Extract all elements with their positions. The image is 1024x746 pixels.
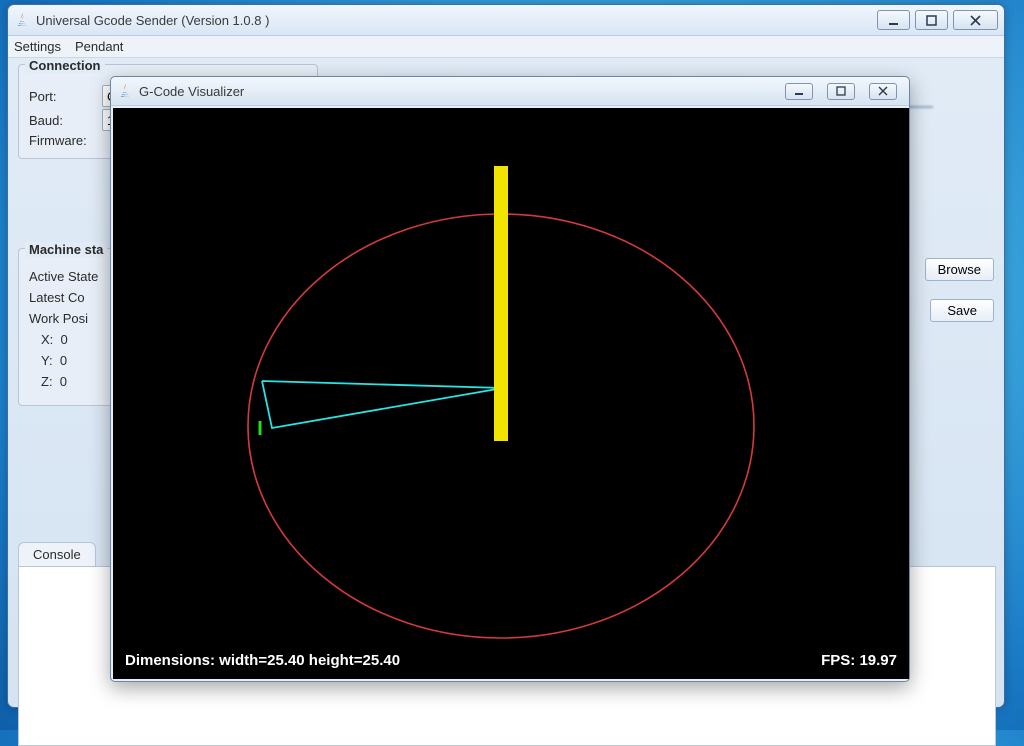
menu-settings[interactable]: Settings (14, 39, 61, 54)
visualizer-title: G-Code Visualizer (139, 84, 244, 99)
x-label: X: (41, 332, 53, 347)
menu-pendant[interactable]: Pendant (75, 39, 123, 54)
java-icon (14, 12, 30, 28)
save-button[interactable]: Save (930, 299, 994, 322)
main-window-controls (877, 10, 998, 30)
main-title: Universal Gcode Sender (Version 1.0.8 ) (36, 13, 269, 28)
toolpath-svg (113, 108, 909, 679)
close-icon (878, 86, 888, 96)
viz-close-button[interactable] (869, 83, 897, 100)
dimensions-readout: Dimensions: width=25.40 height=25.40 (125, 652, 400, 669)
port-label: Port: (29, 89, 94, 104)
close-button[interactable] (953, 10, 998, 30)
y-value: 0 (60, 353, 67, 368)
y-label: Y: (41, 353, 53, 368)
spindle-cursor (494, 166, 508, 441)
machine-status-title: Machine sta (25, 242, 107, 257)
main-titlebar[interactable]: Universal Gcode Sender (Version 1.0.8 ) (8, 5, 1004, 36)
maximize-button[interactable] (915, 10, 948, 30)
viz-maximize-button[interactable] (827, 83, 855, 100)
visualizer-window-controls (785, 83, 903, 100)
rapid-move-polyline (262, 381, 503, 428)
minimize-icon (888, 15, 899, 26)
maximize-icon (836, 86, 846, 96)
java-icon (117, 83, 133, 99)
tab-console[interactable]: Console (18, 542, 96, 566)
close-icon (970, 15, 981, 26)
minimize-button[interactable] (877, 10, 910, 30)
firmware-label: Firmware: (29, 133, 94, 148)
x-value: 0 (61, 332, 68, 347)
visualizer-window[interactable]: G-Code Visualizer Dimensions: width=25.4… (110, 76, 910, 682)
visualizer-titlebar[interactable]: G-Code Visualizer (111, 77, 909, 106)
minimize-icon (794, 86, 804, 96)
z-label: Z: (41, 374, 53, 389)
visualizer-canvas[interactable]: Dimensions: width=25.40 height=25.40 FPS… (113, 108, 909, 679)
fps-readout: FPS: 19.97 (821, 652, 897, 669)
maximize-icon (926, 15, 937, 26)
right-button-column: Browse Save (925, 258, 994, 322)
z-value: 0 (60, 374, 67, 389)
browse-button[interactable]: Browse (925, 258, 994, 281)
baud-label: Baud: (29, 113, 94, 128)
viz-minimize-button[interactable] (785, 83, 813, 100)
connection-group-title: Connection (25, 58, 105, 73)
menubar: Settings Pendant (8, 36, 1004, 58)
